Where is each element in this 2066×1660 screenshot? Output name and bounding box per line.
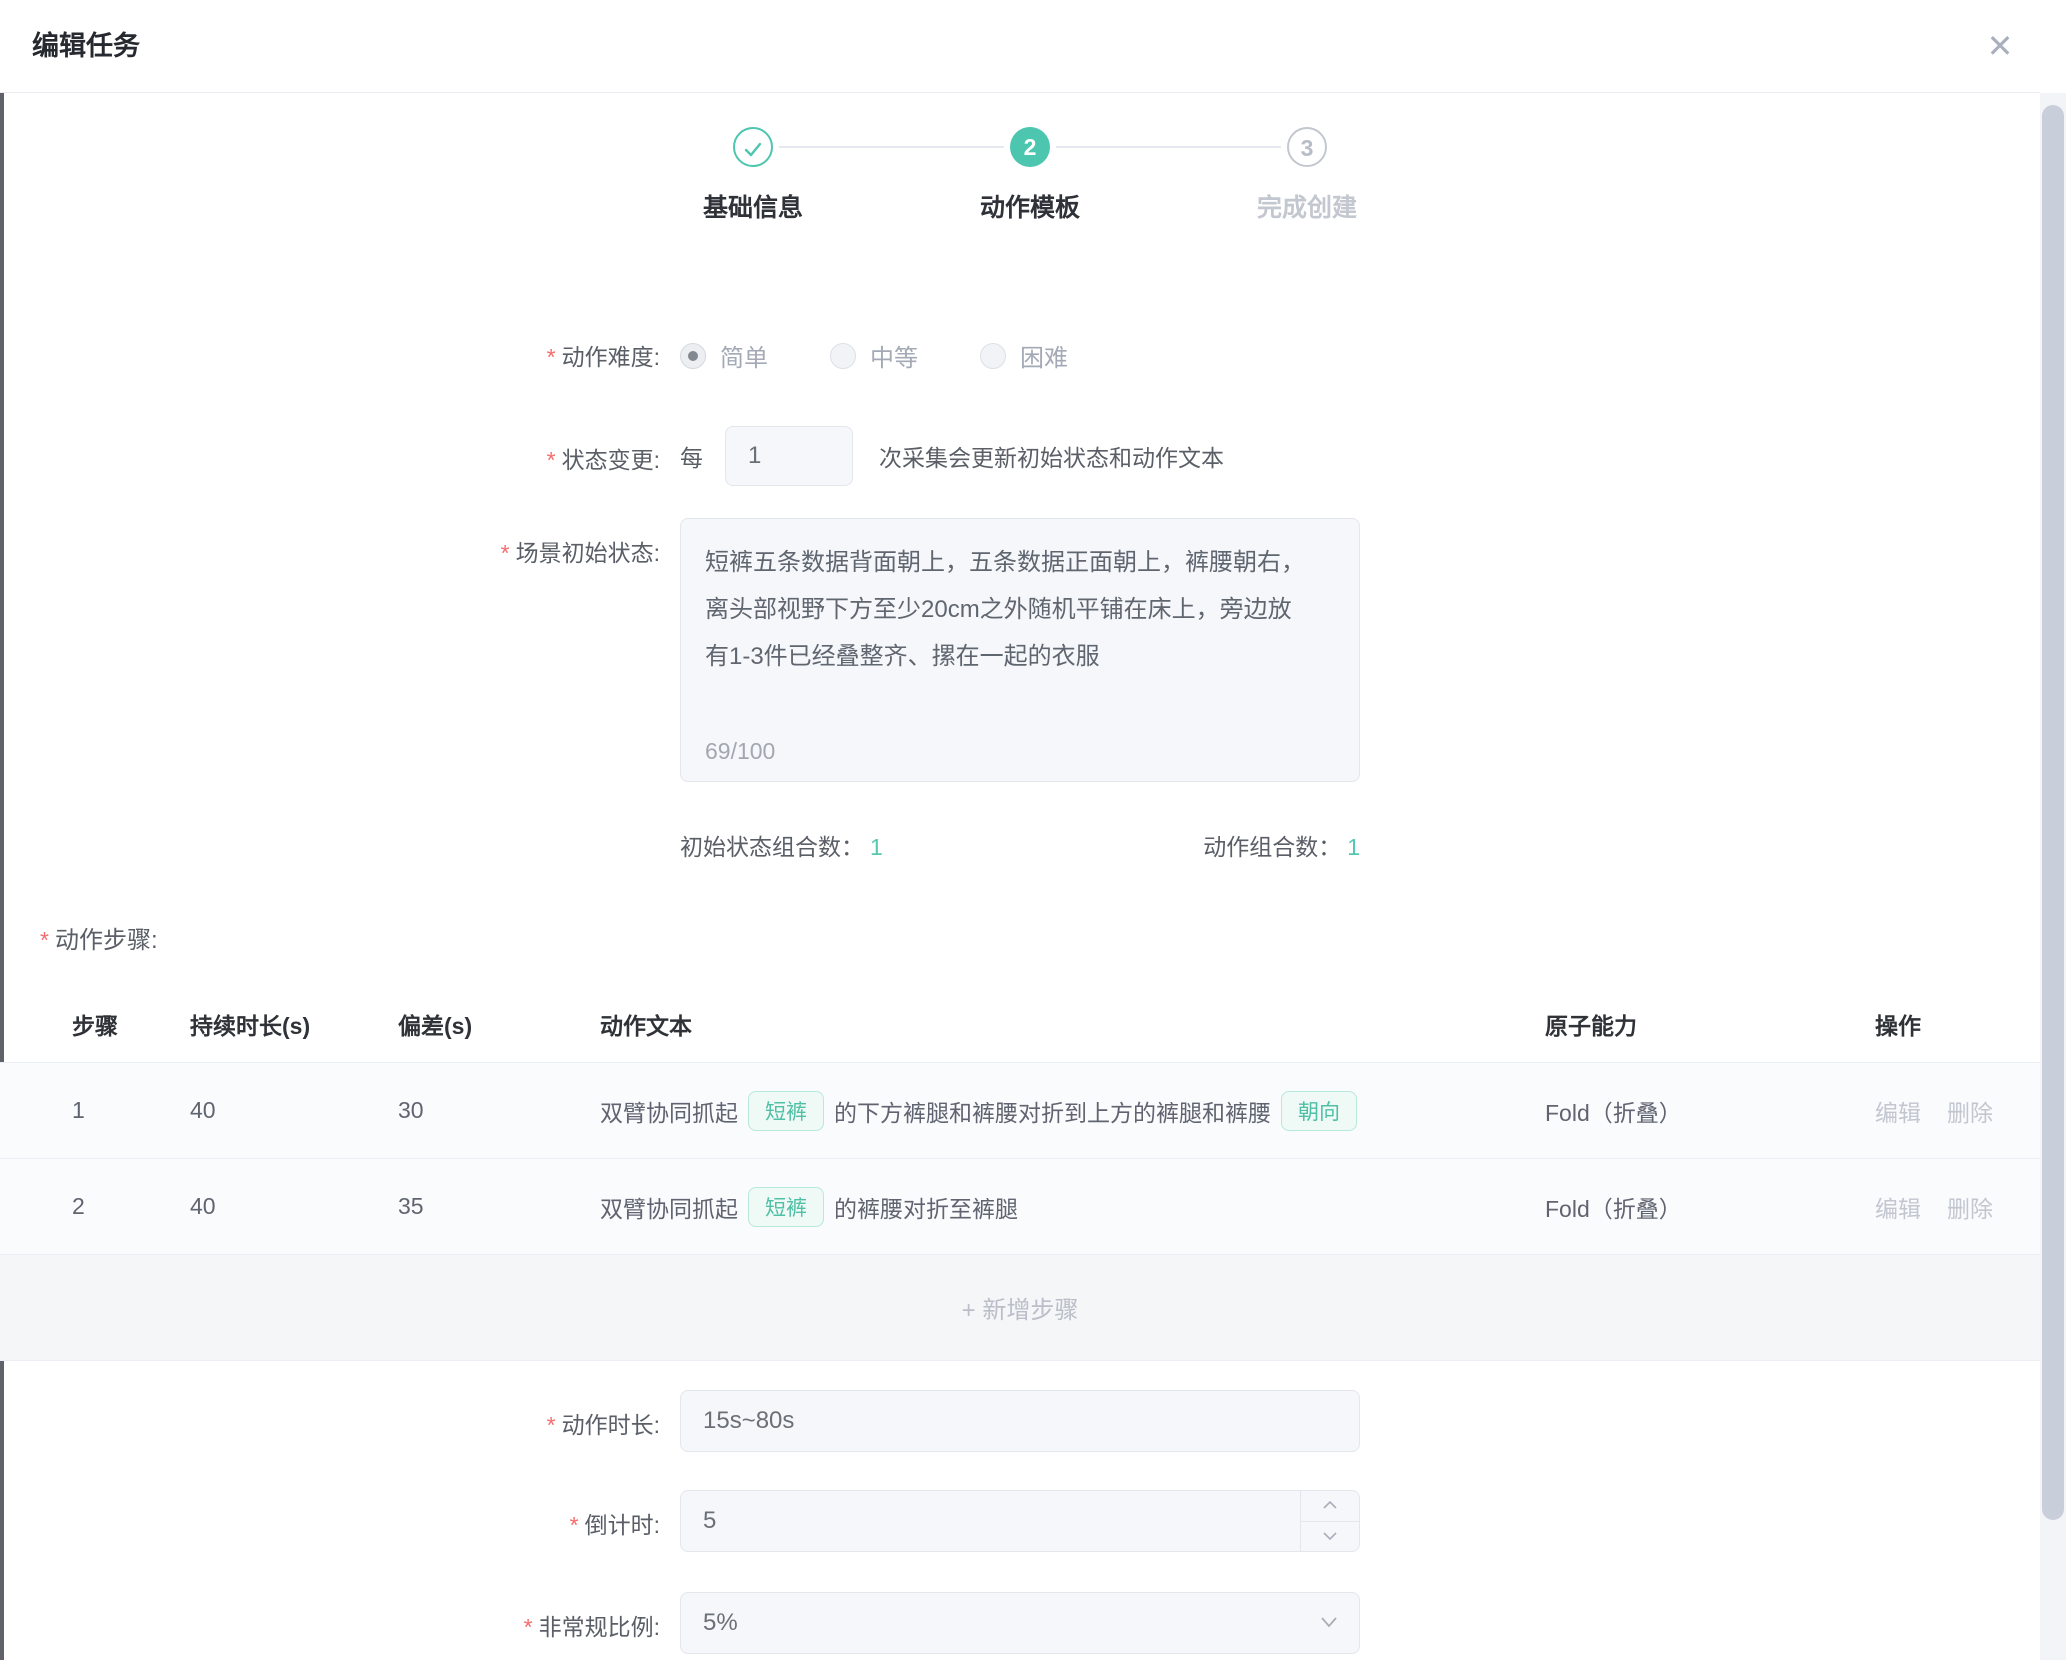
action-combo-value: 1	[1347, 834, 1360, 860]
required-asterisk: *	[547, 344, 556, 370]
required-asterisk: *	[501, 540, 510, 566]
step-3-circle: 3	[1287, 127, 1327, 167]
action-combo-count: 动作组合数：1	[1203, 828, 1360, 862]
object-tag: 短裤	[748, 1091, 824, 1131]
countdown-value: 5	[703, 1507, 716, 1535]
row-operations: 编辑 删除	[1875, 1190, 2040, 1224]
initial-state-label: *场景初始状态:	[0, 534, 660, 568]
step-connector-1	[779, 146, 1004, 148]
header-divider	[0, 92, 2040, 93]
radio-medium[interactable]: 中等	[830, 338, 918, 373]
chevron-down-icon	[1319, 1615, 1339, 1629]
chevron-up-icon	[1322, 1500, 1338, 1510]
initial-state-value: 短裤五条数据背面朝上，五条数据正面朝上，裤腰朝右，离头部视野下方至少20cm之外…	[705, 539, 1305, 680]
radio-hard-label: 困难	[1020, 338, 1068, 373]
add-step-button[interactable]: + 新增步骤	[0, 1255, 2040, 1361]
stepper-up-button[interactable]	[1301, 1491, 1359, 1522]
table-row: 2 40 35 双臂协同抓起 短裤 的裤腰对折至裤腿 Fold（折叠） 编辑 删…	[0, 1159, 2040, 1255]
header-action-text: 动作文本	[600, 1007, 1545, 1041]
unusual-ratio-value: 5%	[703, 1609, 738, 1637]
orientation-tag: 朝向	[1281, 1091, 1357, 1131]
radio-medium-label: 中等	[870, 338, 918, 373]
state-change-row: *状态变更: 每 1 次采集会更新初始状态和动作文本	[0, 425, 2040, 487]
difficulty-row: *动作难度: 简单 中等 困难	[0, 330, 2040, 374]
initial-state-textarea[interactable]: 短裤五条数据背面朝上，五条数据正面朝上，裤腰朝右，离头部视野下方至少20cm之外…	[680, 518, 1360, 782]
required-asterisk: *	[524, 1614, 533, 1640]
radio-hard[interactable]: 困难	[980, 338, 1068, 373]
required-asterisk: *	[40, 927, 49, 953]
edit-link[interactable]: 编辑	[1875, 1094, 1921, 1128]
required-asterisk: *	[570, 1512, 579, 1538]
action-duration-input[interactable]: 15s~80s	[680, 1390, 1360, 1452]
close-icon[interactable]: ✕	[1982, 28, 2018, 64]
difficulty-radio-group: 简单 中等 困难	[680, 338, 1130, 373]
header-deviation: 偏差(s)	[398, 1007, 600, 1041]
table-row: 1 40 30 双臂协同抓起 短裤 的下方裤腿和裤腰对折到上方的裤腿和裤腰 朝向…	[0, 1063, 2040, 1159]
header-step: 步骤	[0, 1007, 190, 1041]
row-action-text: 双臂协同抓起 短裤 的下方裤腿和裤腰对折到上方的裤腿和裤腰 朝向	[600, 1091, 1545, 1131]
modal-header: 编辑任务 ✕	[0, 0, 2066, 92]
initial-combo-value: 1	[870, 834, 883, 860]
delete-link[interactable]: 删除	[1947, 1190, 1993, 1224]
header-operations: 操作	[1875, 1007, 2040, 1041]
row-deviation: 30	[398, 1097, 600, 1124]
table-header-row: 步骤 持续时长(s) 偏差(s) 动作文本 原子能力 操作	[0, 985, 2040, 1063]
row-deviation: 35	[398, 1193, 600, 1220]
radio-easy-label: 简单	[720, 338, 768, 373]
radio-checked-icon	[680, 343, 706, 369]
modal-title: 编辑任务	[32, 0, 140, 92]
row-duration: 40	[190, 1193, 398, 1220]
header-duration: 持续时长(s)	[190, 1007, 398, 1041]
edit-link[interactable]: 编辑	[1875, 1190, 1921, 1224]
step-2-circle: 2	[1010, 127, 1050, 167]
step-3-label: 完成创建	[1197, 188, 1417, 224]
char-counter: 69/100	[705, 738, 775, 765]
countdown-input[interactable]: 5	[680, 1490, 1360, 1552]
number-stepper	[1300, 1491, 1359, 1551]
required-asterisk: *	[547, 447, 556, 473]
radio-unchecked-icon	[980, 343, 1006, 369]
row-step: 1	[0, 1097, 190, 1124]
state-change-label: *状态变更:	[0, 441, 660, 475]
header-ability: 原子能力	[1545, 1007, 1875, 1041]
countdown-label: *倒计时:	[0, 1506, 660, 1540]
step-1-circle	[733, 127, 773, 167]
state-change-suffix: 次采集会更新初始状态和动作文本	[879, 439, 1224, 473]
action-duration-label: *动作时长:	[0, 1406, 660, 1440]
chevron-down-icon	[1322, 1531, 1338, 1541]
step-2-label: 动作模板	[920, 188, 1140, 224]
state-change-input[interactable]: 1	[725, 426, 853, 486]
row-duration: 40	[190, 1097, 398, 1124]
scrollbar-thumb[interactable]	[2042, 105, 2064, 1520]
unusual-ratio-label: *非常规比例:	[0, 1608, 660, 1642]
object-tag: 短裤	[748, 1187, 824, 1227]
initial-combo-count: 初始状态组合数：1	[680, 828, 883, 862]
difficulty-label: *动作难度:	[0, 338, 660, 372]
row-operations: 编辑 删除	[1875, 1094, 2040, 1128]
row-ability: Fold（折叠）	[1545, 1190, 1875, 1224]
action-steps-label: *动作步骤:	[40, 920, 158, 955]
step-1-label: 基础信息	[643, 188, 863, 224]
required-asterisk: *	[547, 1412, 556, 1438]
check-icon	[742, 138, 764, 160]
step-connector-2	[1056, 146, 1281, 148]
row-ability: Fold（折叠）	[1545, 1094, 1875, 1128]
combo-counts-row: 初始状态组合数：1 动作组合数：1	[680, 828, 1360, 862]
stepper-down-button[interactable]	[1301, 1522, 1359, 1552]
state-change-control: 每 1 次采集会更新初始状态和动作文本	[680, 425, 1224, 487]
row-action-text: 双臂协同抓起 短裤 的裤腰对折至裤腿	[600, 1187, 1545, 1227]
state-change-prefix: 每	[680, 439, 703, 473]
unusual-ratio-select[interactable]: 5%	[680, 1592, 1360, 1654]
radio-easy[interactable]: 简单	[680, 338, 768, 373]
row-step: 2	[0, 1193, 190, 1220]
action-steps-table: 步骤 持续时长(s) 偏差(s) 动作文本 原子能力 操作 1 40 30 双臂…	[0, 985, 2040, 1361]
delete-link[interactable]: 删除	[1947, 1094, 1993, 1128]
radio-unchecked-icon	[830, 343, 856, 369]
